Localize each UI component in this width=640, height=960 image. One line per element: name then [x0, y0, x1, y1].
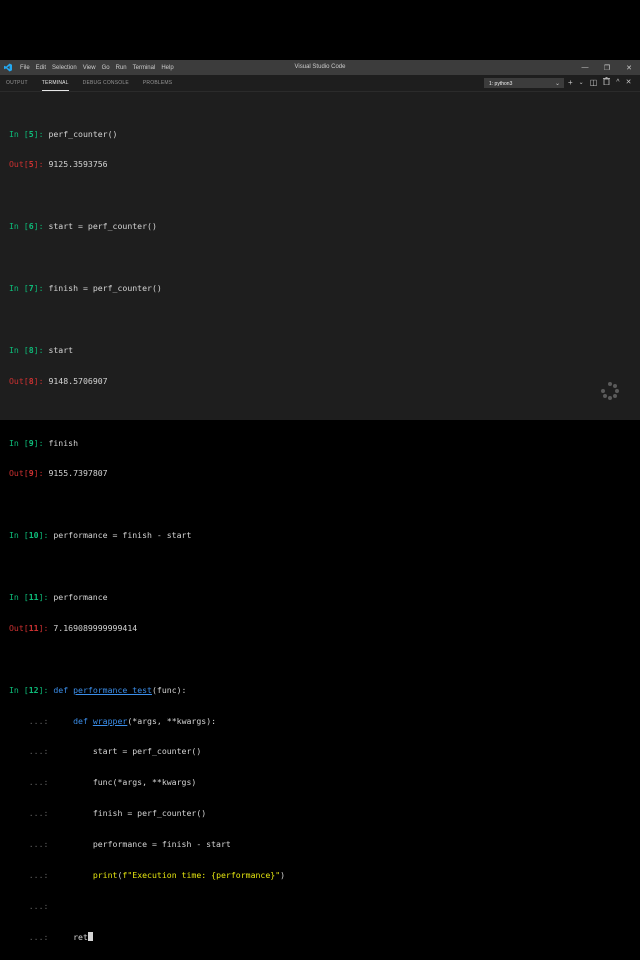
- loading-icon: [601, 382, 619, 400]
- window-controls: — ❐ ✕: [574, 60, 640, 75]
- terminal-line: In [6]: start = perf_counter(): [9, 221, 157, 232]
- terminal-select-value: 1: python3: [489, 81, 513, 87]
- menu-terminal[interactable]: Terminal: [133, 65, 156, 71]
- panel-actions: + ⌄ ◫ ^ ✕: [568, 75, 631, 91]
- terminal-line: ...: start = perf_counter(): [28, 746, 202, 757]
- terminal-line: Out[11]: 7.169089999999414: [9, 622, 138, 633]
- menu-edit[interactable]: Edit: [36, 65, 46, 71]
- terminal-output[interactable]: In [5]: perf_counter() Out[5]: 9125.3593…: [9, 108, 629, 960]
- title-bar: File Edit Selection View Go Run Terminal…: [0, 60, 640, 75]
- terminal-line: In [11]: performance: [9, 591, 108, 602]
- terminal-line: In [12]: def performance_test(func):: [9, 684, 187, 695]
- chevron-down-icon[interactable]: ⌄: [579, 75, 584, 91]
- menu-run[interactable]: Run: [116, 65, 127, 71]
- terminal-line: In [5]: perf_counter(): [9, 128, 118, 139]
- close-window-button[interactable]: ✕: [618, 60, 640, 75]
- terminal-line: Out[9]: 9155.7397807: [9, 468, 108, 479]
- menu-file[interactable]: File: [20, 65, 30, 71]
- terminal-line: ...: performance = finish - start: [28, 839, 231, 850]
- close-icon[interactable]: ✕: [626, 75, 632, 91]
- terminal-select[interactable]: 1: python3 ⌄: [484, 78, 564, 88]
- menu-help[interactable]: Help: [161, 65, 173, 71]
- plus-icon[interactable]: +: [568, 75, 573, 91]
- menu-selection[interactable]: Selection: [52, 65, 77, 71]
- terminal-line: ...: print(f"Execution time: {performanc…: [28, 869, 286, 880]
- tab-output[interactable]: OUTPUT: [6, 75, 28, 91]
- tab-terminal[interactable]: TERMINAL: [41, 75, 69, 91]
- terminal-line: ...: def wrapper(*args, **kwargs):: [28, 715, 217, 726]
- terminal-line: In [7]: finish = perf_counter(): [9, 283, 162, 294]
- menu-go[interactable]: Go: [102, 65, 110, 71]
- tab-problems[interactable]: PROBLEMS: [143, 75, 172, 91]
- restore-button[interactable]: ❐: [596, 60, 618, 75]
- split-icon[interactable]: ◫: [590, 75, 598, 91]
- menu-view[interactable]: View: [83, 65, 96, 71]
- minimize-button[interactable]: —: [574, 60, 596, 75]
- vscode-window: File Edit Selection View Go Run Terminal…: [0, 60, 640, 942]
- terminal-line: ...: ret: [9, 931, 629, 942]
- terminal-line: ...:: [28, 900, 49, 911]
- menu-bar: File Edit Selection View Go Run Terminal…: [20, 60, 174, 75]
- text-cursor: [87, 931, 93, 941]
- terminal-line: In [10]: performance = finish - start: [9, 530, 192, 541]
- terminal-line: Out[5]: 9125.3593756: [9, 159, 108, 170]
- trash-icon[interactable]: [603, 75, 611, 91]
- tab-debug-console[interactable]: DEBUG CONSOLE: [83, 75, 129, 91]
- terminal-line: In [8]: start: [9, 344, 74, 355]
- chevron-down-icon: ⌄: [554, 81, 560, 87]
- terminal-line: Out[8]: 9148.5706907: [9, 375, 108, 386]
- terminal-line: In [9]: finish: [9, 437, 79, 448]
- panel-header: OUTPUT TERMINAL DEBUG CONSOLE PROBLEMS 1…: [0, 75, 640, 92]
- terminal-line: ...: func(*args, **kwargs): [28, 777, 197, 788]
- terminal-line: ...: finish = perf_counter(): [28, 808, 207, 819]
- chevron-up-icon[interactable]: ^: [616, 75, 619, 91]
- vscode-logo-icon: [4, 63, 12, 72]
- panel-tabs: OUTPUT TERMINAL DEBUG CONSOLE PROBLEMS: [6, 75, 172, 91]
